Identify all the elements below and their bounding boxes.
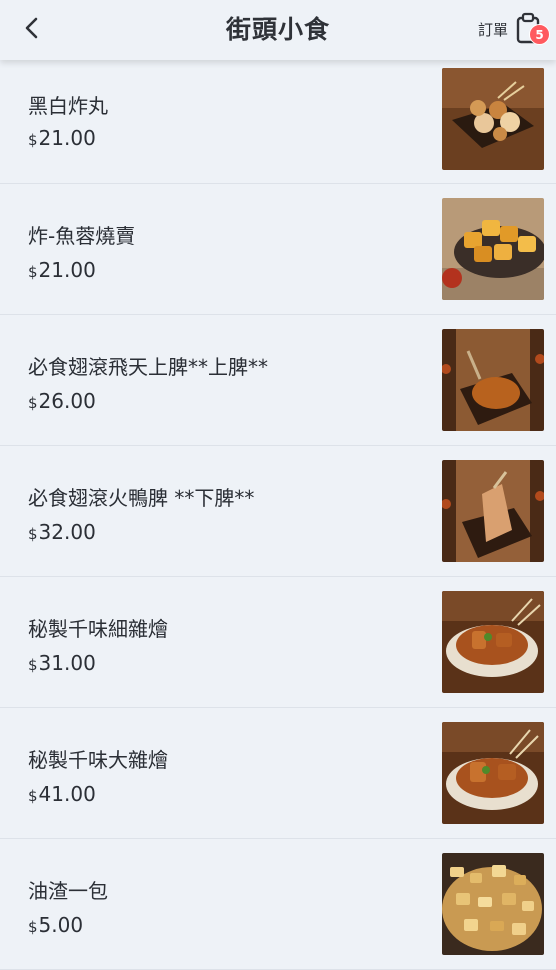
menu-item[interactable]: 必食翅滾火鴨脾 **下脾** $32.00 <box>0 446 556 577</box>
menu-item[interactable]: 黑白炸丸 $21.00 <box>0 52 556 184</box>
fried-fishballs-photo <box>442 68 544 170</box>
item-price: $26.00 <box>28 389 96 413</box>
item-name: 必食翅滾火鴨脾 **下脾** <box>28 486 255 510</box>
menu-item[interactable]: 秘製千味細雜燴 $31.00 <box>0 577 556 708</box>
menu-item-list: 黑白炸丸 $21.00 炸-魚蓉燒賣 $21.00 必食翅滾飛天上脾**上脾**… <box>0 52 556 970</box>
item-price: $21.00 <box>28 126 96 150</box>
item-price: $5.00 <box>28 913 84 937</box>
fried-siumai-photo <box>442 198 544 300</box>
menu-item[interactable]: 炸-魚蓉燒賣 $21.00 <box>0 184 556 315</box>
item-name: 黑白炸丸 <box>28 94 108 118</box>
item-name: 秘製千味細雜燴 <box>28 617 168 641</box>
roast-duck-leg-photo <box>442 460 544 562</box>
order-button[interactable]: 訂單 5 <box>477 12 550 46</box>
clipboard-icon: 5 <box>514 12 550 46</box>
large-mixed-stew-photo <box>442 722 544 824</box>
item-price: $21.00 <box>28 258 96 282</box>
item-price: $31.00 <box>28 651 96 675</box>
cart-count-badge: 5 <box>529 24 550 45</box>
small-mixed-stew-photo <box>442 591 544 693</box>
item-price: $41.00 <box>28 782 96 806</box>
order-label: 訂單 <box>477 20 508 39</box>
menu-item[interactable]: 油渣一包 $5.00 <box>0 839 556 970</box>
item-name: 必食翅滾飛天上脾**上脾** <box>28 355 268 379</box>
goose-upper-leg-photo <box>442 329 544 431</box>
item-name: 油渣一包 <box>28 879 108 903</box>
top-bar: 街頭小食 訂單 5 <box>0 0 556 60</box>
page-title: 街頭小食 <box>225 15 330 44</box>
pork-crackling-photo <box>442 853 544 955</box>
item-name: 秘製千味大雜燴 <box>28 748 168 772</box>
item-name: 炸-魚蓉燒賣 <box>28 224 136 248</box>
item-price: $32.00 <box>28 520 96 544</box>
menu-item[interactable]: 必食翅滾飛天上脾**上脾** $26.00 <box>0 315 556 446</box>
menu-item[interactable]: 秘製千味大雜燴 $41.00 <box>0 708 556 839</box>
